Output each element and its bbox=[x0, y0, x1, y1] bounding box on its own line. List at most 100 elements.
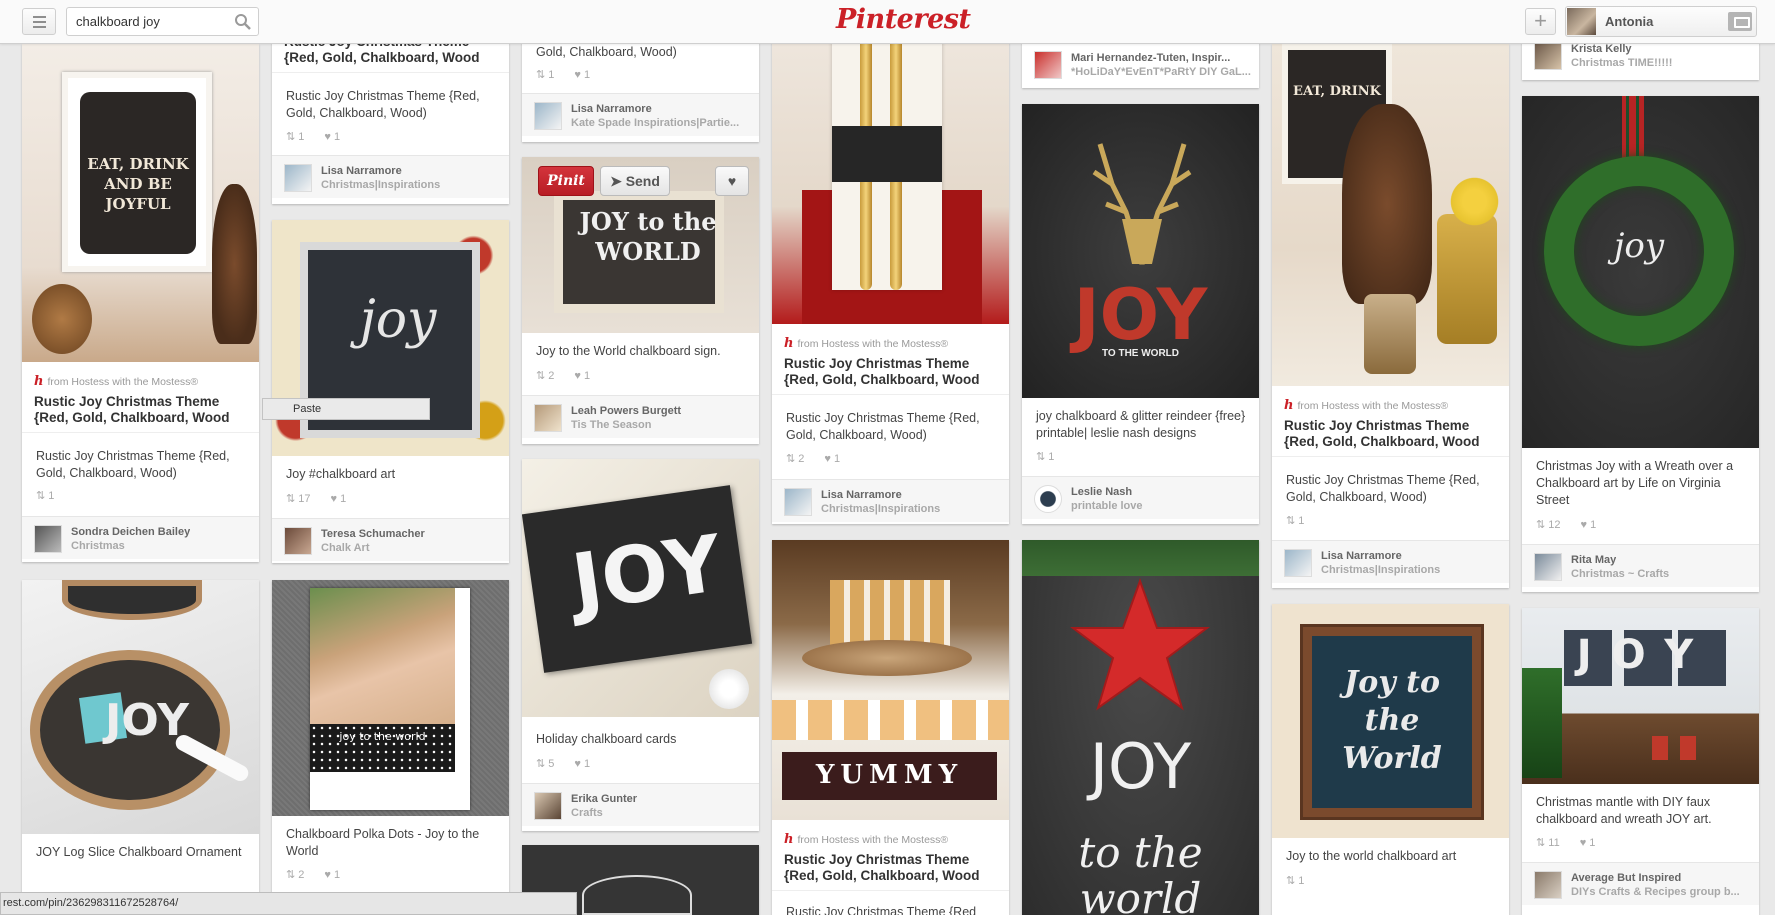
pinner-credit[interactable]: Lisa Narramore Kate Spade Inspirations|P… bbox=[522, 93, 759, 136]
pinterest-logo[interactable]: Pinterest bbox=[836, 4, 971, 35]
board-name[interactable]: Christmas TIME!!!!! bbox=[1571, 57, 1672, 69]
pinner-credit[interactable]: Leslie Nash printable love bbox=[1022, 476, 1259, 519]
send-button[interactable]: ➤ Send bbox=[600, 166, 670, 196]
pin-image[interactable]: joy to the world bbox=[272, 580, 509, 816]
pin-image[interactable]: JOY to the WORLD Pinit ➤ Send ♥ bbox=[522, 157, 759, 333]
pin-image[interactable]: joy bbox=[1522, 96, 1759, 448]
pin-title[interactable]: Rustic Joy Christmas Theme {Red, Gold, C… bbox=[784, 356, 1001, 388]
pin-source[interactable]: h from Hostess with the Mostess® bbox=[34, 374, 251, 389]
pin-card[interactable]: Rustic Joy Christmas Theme {Red, Gold, C… bbox=[272, 30, 509, 204]
pin-card[interactable]: joy to the world Chalkboard Polka Dots -… bbox=[272, 580, 509, 900]
pinner-credit[interactable]: Lisa Narramore Christmas|Inspirations bbox=[1272, 540, 1509, 583]
pin-stats: ⇅ 12 ♥ 1 bbox=[1536, 519, 1597, 531]
pinner-name[interactable]: Lisa Narramore bbox=[321, 165, 402, 177]
pinner-name[interactable]: Average But Inspired bbox=[1571, 872, 1681, 884]
board-name[interactable]: Kate Spade Inspirations|Partie... bbox=[571, 117, 739, 129]
pin-card[interactable]: JOY JOY Log Slice Chalkboard Ornament bbox=[22, 580, 259, 915]
pinner-credit[interactable]: Lisa Narramore Christmas|Inspirations bbox=[772, 479, 1009, 522]
pin-image[interactable]: JOY bbox=[522, 459, 759, 717]
pin-card[interactable]: JOY Christmas mantle with DIY faux chalk… bbox=[1522, 608, 1759, 915]
pin-image[interactable]: JOY TO THE WORLD bbox=[1022, 104, 1259, 398]
pinner-name[interactable]: Mari Hernandez-Tuten, Inspir... bbox=[1071, 52, 1230, 64]
pin-title[interactable]: Rustic Joy Christmas Theme {Red, Gold, C… bbox=[34, 394, 251, 426]
pin-image[interactable]: JOY to the world bbox=[1022, 540, 1259, 915]
pinner-credit[interactable]: Average But Inspired DIYs Crafts & Recip… bbox=[1522, 862, 1759, 905]
pin-image-text: joy to the world bbox=[339, 730, 426, 743]
board-name[interactable]: *HoLiDaY*EvEnT*PaRtY DIY GaL... bbox=[1071, 66, 1251, 78]
pinner-name[interactable]: Teresa Schumacher bbox=[321, 528, 425, 540]
pinner-credit[interactable]: Mari Hernandez-Tuten, Inspir... *HoLiDaY… bbox=[1022, 43, 1259, 86]
pinner-name[interactable]: Rita May bbox=[1571, 554, 1616, 566]
board-name[interactable]: printable love bbox=[1071, 500, 1143, 512]
pinner-name[interactable]: Erika Gunter bbox=[571, 793, 637, 805]
pin-card[interactable]: joy Christmas Joy with a Wreath over a C… bbox=[1522, 96, 1759, 592]
board-name[interactable]: DIYs Crafts & Recipes group b... bbox=[1571, 886, 1740, 898]
pin-image[interactable]: EAT, DRINK AND BE JOYFUL bbox=[22, 44, 259, 362]
board-name[interactable]: Christmas ~ Crafts bbox=[1571, 568, 1669, 580]
pin-card[interactable]: JOY to the world bbox=[1022, 540, 1259, 915]
pinner-credit[interactable]: Erika Gunter Crafts bbox=[522, 783, 759, 826]
search-icon[interactable] bbox=[234, 13, 252, 36]
pin-description: Rustic Joy Christmas Theme {Red, Gold, C… bbox=[36, 449, 230, 480]
pin-card[interactable]: joy Joy #chalkboard art ⇅ 17 ♥ 1 Teresa S… bbox=[272, 220, 509, 563]
pinner-avatar bbox=[1284, 549, 1312, 577]
pinner-name[interactable]: Krista Kelly bbox=[1571, 43, 1632, 55]
pinner-credit[interactable]: Leah Powers Burgett Tis The Season bbox=[522, 395, 759, 438]
pin-image[interactable]: EAT, DRINK bbox=[1272, 44, 1509, 386]
board-name[interactable]: Christmas|Inspirations bbox=[821, 503, 940, 515]
pin-image[interactable]: YUMMY bbox=[772, 540, 1009, 820]
pin-card[interactable]: JOY Holiday chalkboard cards ⇅ 5 ♥ 1 Erik… bbox=[522, 459, 759, 831]
pinner-credit[interactable]: Sondra Deichen Bailey Christmas bbox=[22, 516, 259, 559]
pin-card[interactable]: Joy to the World Joy to the world chalkb… bbox=[1272, 604, 1509, 915]
pin-card[interactable]: JOY TO THE WORLD joy chalkboard & glitte… bbox=[1022, 104, 1259, 524]
pin-description: Joy #chalkboard art bbox=[286, 467, 396, 481]
pin-card[interactable]: YUMMY h from Hostess with the Mostess® Ru… bbox=[772, 540, 1009, 915]
pinner-credit[interactable]: Lisa Narramore Christmas|Inspirations bbox=[272, 155, 509, 198]
pin-title[interactable]: Rustic Joy Christmas Theme {Red, Gold, C… bbox=[784, 852, 1001, 884]
pin-image-subtext: TO THE WORLD bbox=[1101, 348, 1180, 359]
notifications-icon[interactable] bbox=[1728, 12, 1752, 31]
pinner-name[interactable]: Leah Powers Burgett bbox=[571, 405, 681, 417]
pin-card[interactable]: EAT, DRINK h from Hostess with the Mostes… bbox=[1272, 44, 1509, 588]
pin-title[interactable]: Rustic Joy Christmas Theme {Red, Gold, C… bbox=[1284, 418, 1501, 450]
pin-description: Joy to the World chalkboard sign. bbox=[536, 344, 721, 358]
paste-tooltip[interactable]: Paste bbox=[262, 398, 430, 420]
pin-source[interactable]: h from Hostess with the Mostess® bbox=[784, 336, 1001, 351]
pinner-credit[interactable]: Rita May Christmas ~ Crafts bbox=[1522, 544, 1759, 587]
pin-card[interactable]: EAT, DRINK AND BE JOYFUL h from Hostess w… bbox=[22, 44, 259, 562]
add-pin-button[interactable]: + bbox=[1525, 8, 1556, 35]
pin-card[interactable]: Gold, Chalkboard, Wood) ⇅ 1 ♥ 1 Lisa Narr… bbox=[522, 30, 759, 142]
pin-stats: ⇅ 1 bbox=[1286, 515, 1305, 527]
pin-image[interactable] bbox=[772, 30, 1009, 324]
pin-image[interactable]: JOY bbox=[22, 580, 259, 834]
pinner-name[interactable]: Lisa Narramore bbox=[1321, 550, 1402, 562]
pinner-credit[interactable]: Teresa Schumacher Chalk Art bbox=[272, 518, 509, 561]
menu-button[interactable] bbox=[22, 8, 56, 35]
board-name[interactable]: Crafts bbox=[571, 807, 603, 819]
board-name[interactable]: Christmas|Inspirations bbox=[1321, 564, 1440, 576]
pin-it-button[interactable]: Pinit bbox=[538, 166, 594, 196]
pin-source[interactable]: h from Hostess with the Mostess® bbox=[1284, 398, 1501, 413]
pin-stats: ⇅ 11 ♥ 1 bbox=[1536, 837, 1596, 849]
pinner-name[interactable]: Sondra Deichen Bailey bbox=[71, 526, 190, 538]
pinner-avatar bbox=[1034, 485, 1062, 513]
pin-description: Rustic Joy Christmas Theme {Red bbox=[786, 905, 977, 915]
board-name[interactable]: Christmas bbox=[71, 540, 125, 552]
pin-card[interactable]: JOY to the WORLD Pinit ➤ Send ♥ Joy to t… bbox=[522, 157, 759, 444]
pin-source[interactable]: h from Hostess with the Mostess® bbox=[784, 832, 1001, 847]
pin-image[interactable]: JOY bbox=[1522, 608, 1759, 784]
board-name[interactable]: Tis The Season bbox=[571, 419, 652, 431]
board-name[interactable]: Christmas|Inspirations bbox=[321, 179, 440, 191]
pin-image[interactable]: Joy to the World bbox=[1272, 604, 1509, 838]
pin-card[interactable]: h from Hostess with the Mostess® Rustic J… bbox=[772, 30, 1009, 524]
pin-image[interactable]: joy bbox=[272, 220, 509, 456]
star-icon bbox=[1070, 578, 1210, 711]
pinner-name[interactable]: Lisa Narramore bbox=[821, 489, 902, 501]
pinner-name[interactable]: Leslie Nash bbox=[1071, 486, 1132, 498]
pinner-name[interactable]: Lisa Narramore bbox=[571, 103, 652, 115]
pin-description: joy chalkboard & glitter reindeer {free}… bbox=[1036, 409, 1246, 440]
like-icon[interactable]: ♥ bbox=[715, 166, 749, 196]
user-menu[interactable]: Antonia bbox=[1565, 6, 1757, 37]
search-input[interactable] bbox=[67, 8, 227, 35]
board-name[interactable]: Chalk Art bbox=[321, 542, 370, 554]
